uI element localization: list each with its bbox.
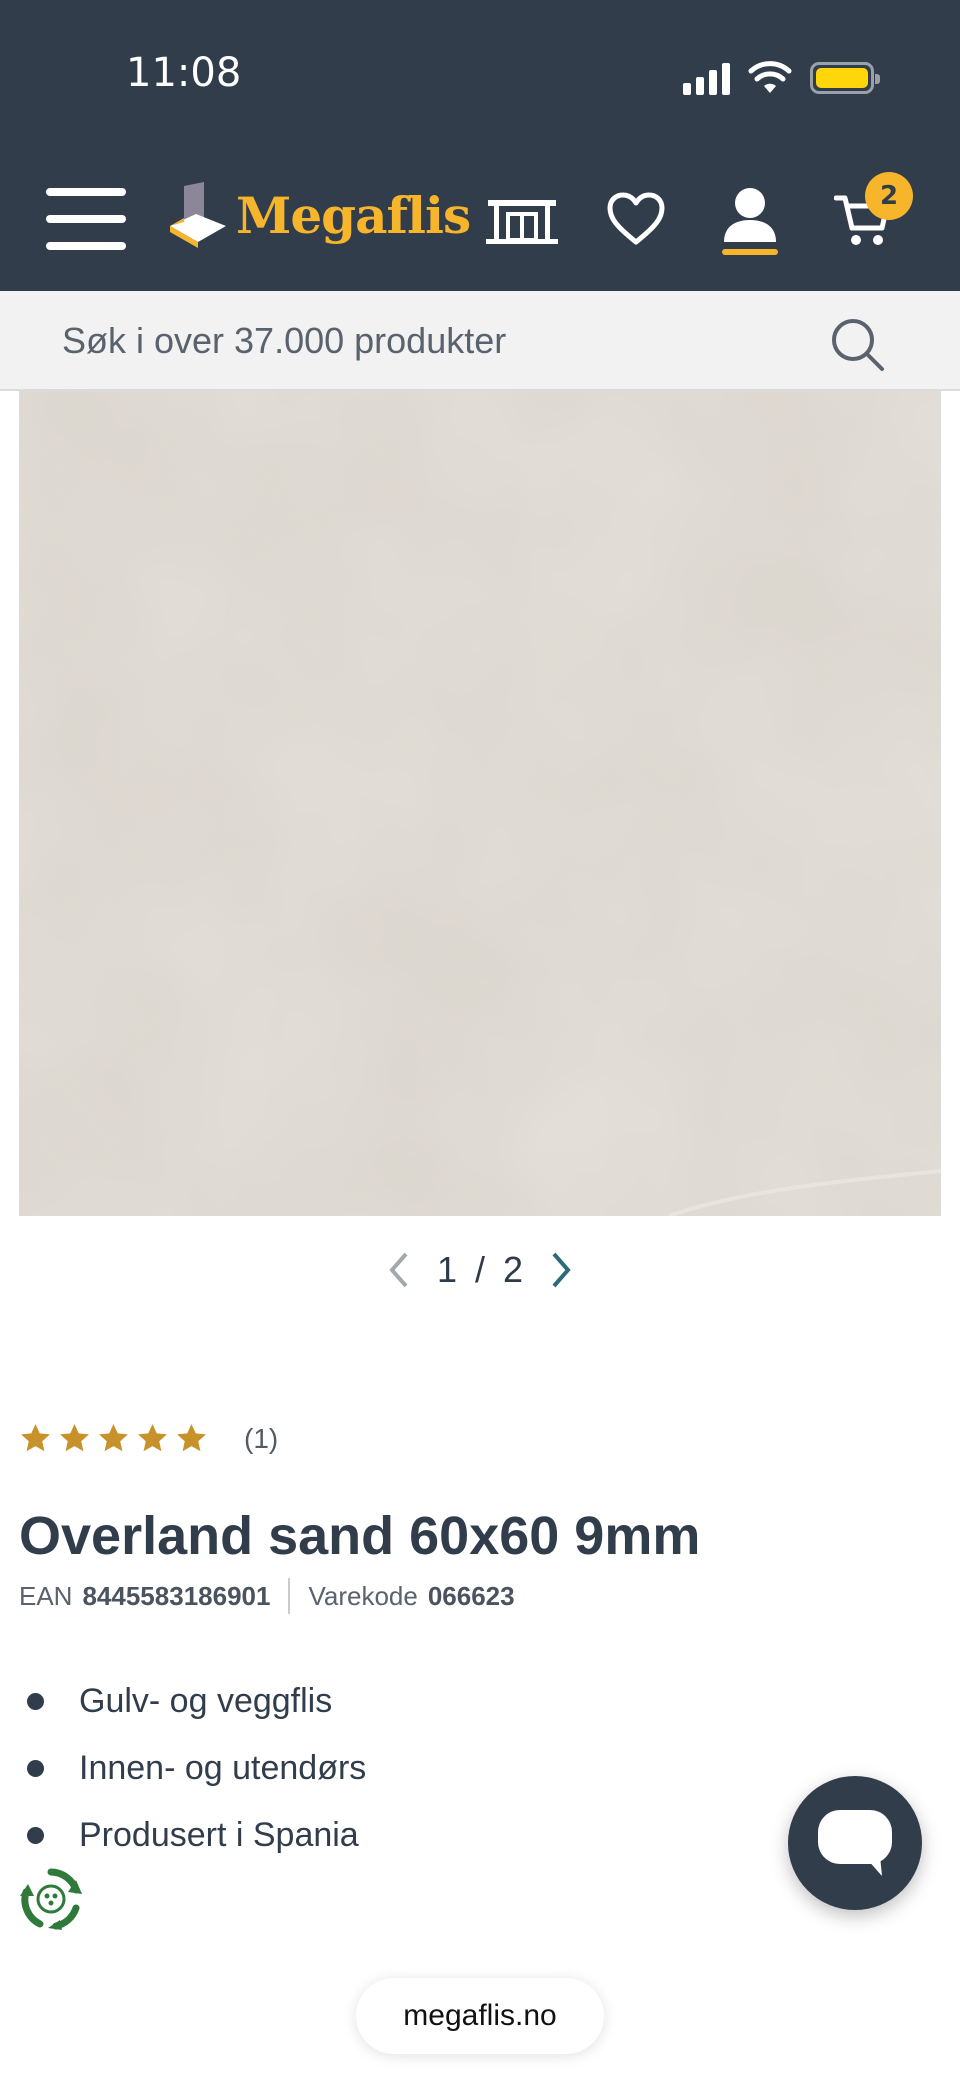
chat-button[interactable]	[788, 1776, 922, 1910]
chevron-right-icon	[552, 1252, 571, 1288]
feature-item: Innen- og utendørs	[19, 1735, 366, 1802]
rating-count: (1)	[244, 1422, 279, 1454]
star-icon	[138, 1424, 167, 1452]
product-title: Overland sand 60x60 9mm	[19, 1506, 701, 1566]
bullet	[27, 1760, 44, 1777]
ean-label: EAN	[19, 1580, 73, 1611]
star-icon	[177, 1424, 206, 1452]
feature-text: Produsert i Spania	[79, 1816, 359, 1854]
chat-bubble-icon	[818, 1810, 892, 1876]
heart-icon[interactable]	[606, 192, 666, 246]
cart-count-badge: 2	[865, 172, 913, 220]
status-time: 11:08	[126, 50, 242, 96]
feature-item: Produsert i Spania	[19, 1802, 366, 1869]
browser-url-bar[interactable]: megaflis.no	[356, 1978, 604, 2054]
feature-text: Innen- og utendørs	[79, 1749, 367, 1787]
user-icon[interactable]	[718, 186, 782, 258]
bullet	[27, 1693, 44, 1710]
bullet	[27, 1827, 44, 1844]
product-rating[interactable]: (1)	[19, 1422, 278, 1455]
feature-text: Gulv- og veggflis	[79, 1682, 333, 1720]
gallery-separator: /	[474, 1249, 485, 1290]
search-input[interactable]	[62, 313, 802, 369]
product-image[interactable]	[19, 391, 941, 1216]
showroom-icon[interactable]	[484, 190, 560, 246]
sku-value: 066623	[427, 1580, 515, 1611]
main-navigation: Megaflis	[0, 170, 960, 270]
chevron-left-icon	[389, 1252, 408, 1288]
gallery-total-pages: 2	[503, 1249, 524, 1290]
battery-icon	[810, 62, 880, 94]
product-codes: EAN 8445583186901 Varekode 066623	[19, 1578, 515, 1614]
cellular-signal-icon	[683, 61, 730, 95]
sku-label: Varekode	[308, 1580, 418, 1611]
status-icons	[683, 58, 880, 98]
gallery-pager: 1 / 2	[0, 1240, 960, 1300]
app-header: 11:08 Megaflis 2	[0, 0, 960, 291]
star-icon	[21, 1424, 50, 1452]
eco-recycle-icon[interactable]	[18, 1866, 84, 1932]
tile-texture	[19, 391, 941, 1216]
rating-stars	[19, 1422, 208, 1455]
star-icon	[99, 1424, 128, 1452]
megaflis-logo[interactable]: Megaflis	[170, 182, 471, 248]
star-icon	[60, 1424, 89, 1452]
feature-item: Gulv- og veggflis	[19, 1668, 366, 1735]
search-icon[interactable]	[828, 315, 888, 375]
feature-list: Gulv- og veggflis Innen- og utendørs Pro…	[19, 1668, 366, 1869]
ean-value: 8445583186901	[82, 1580, 271, 1611]
code-divider	[288, 1578, 291, 1614]
gallery-prev-button[interactable]	[379, 1245, 419, 1295]
logo-text: Megaflis	[236, 185, 471, 245]
gallery-next-button[interactable]	[541, 1245, 581, 1295]
menu-icon[interactable]	[46, 188, 126, 250]
logo-mark-icon	[170, 182, 226, 248]
gallery-current-page: 1	[436, 1249, 457, 1290]
wifi-icon	[748, 61, 792, 93]
search-bar	[0, 291, 960, 391]
